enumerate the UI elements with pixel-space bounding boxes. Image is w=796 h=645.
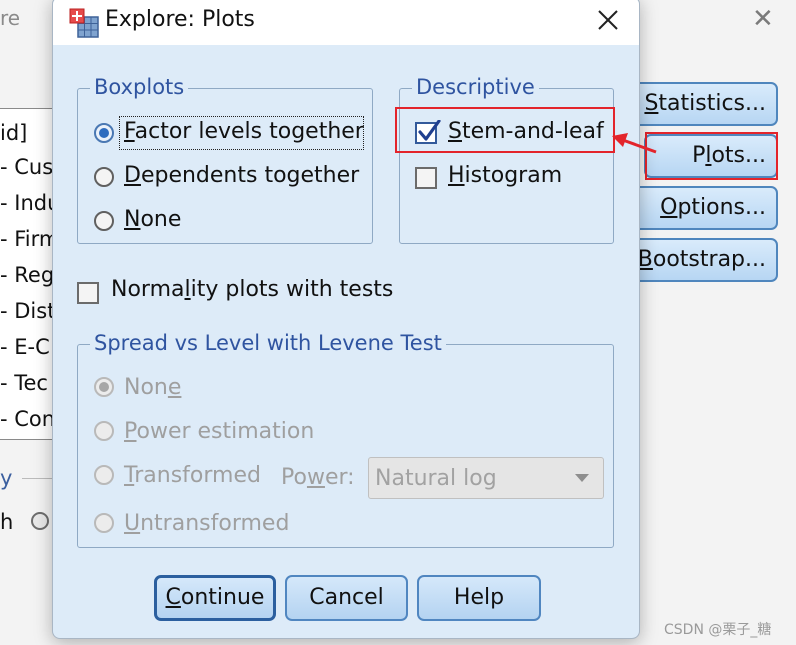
dependents-together-label[interactable]: Dependents together (124, 163, 359, 188)
list-item[interactable]: - Tec (0, 371, 48, 395)
dialog-titlebar[interactable]: Explore: Plots (53, 0, 639, 45)
normality-plots-checkbox[interactable] (77, 282, 99, 304)
watermark: CSDN @栗子_糖 (664, 622, 772, 638)
dialog-title: Explore: Plots (105, 7, 255, 32)
list-item[interactable]: - Firm (0, 227, 55, 251)
options-button[interactable]: Options... (628, 186, 778, 230)
cancel-button[interactable]: Cancel (285, 575, 408, 621)
descriptive-legend: Descriptive (412, 75, 539, 99)
boxplots-none-label[interactable]: None (124, 207, 181, 232)
list-item[interactable]: - Cus (0, 155, 53, 179)
histogram-checkbox[interactable] (415, 167, 437, 189)
transformed-radio[interactable] (94, 465, 114, 485)
continue-button[interactable]: Continue (154, 575, 276, 621)
list-item[interactable]: - Reg (0, 263, 54, 287)
untransformed-radio[interactable] (94, 513, 114, 533)
factor-levels-together-radio[interactable] (94, 123, 114, 143)
power-estimation-radio[interactable] (94, 421, 114, 441)
plots-annotation-box (645, 132, 778, 180)
power-select[interactable]: Natural log (368, 457, 604, 499)
help-button[interactable]: Help (417, 575, 541, 621)
statistics-button-label: Statistics... (644, 91, 766, 116)
bootstrap-button-label: Bootstrap... (637, 247, 766, 272)
spread-none-radio[interactable] (94, 377, 114, 397)
list-item[interactable]: id] (0, 121, 27, 145)
list-item[interactable]: - Con (0, 407, 55, 431)
list-item[interactable]: - E-C (0, 335, 50, 359)
dependents-together-radio[interactable] (94, 167, 114, 187)
boxplots-legend: Boxplots (90, 75, 189, 99)
histogram-label[interactable]: Histogram (448, 163, 562, 188)
factor-levels-together-label[interactable]: Factor levels together (124, 119, 364, 144)
background-radio[interactable] (31, 512, 49, 530)
spss-app-icon (69, 8, 99, 38)
untransformed-label[interactable]: Untransformed (124, 511, 289, 536)
stem-and-leaf-annotation-box (395, 107, 615, 153)
transformed-label[interactable]: Transformed (124, 463, 261, 488)
background-radio-label: h (0, 510, 14, 534)
variable-list[interactable]: id] - Cus - Indu - Firm - Reg - Dist - E… (0, 108, 56, 440)
spread-vs-level-legend: Spread vs Level with Levene Test (90, 331, 446, 355)
list-item[interactable]: - Indu (0, 191, 55, 215)
normality-plots-label[interactable]: Normality plots with tests (111, 277, 393, 302)
list-item[interactable]: - Dist (0, 299, 55, 323)
chevron-down-icon (575, 474, 589, 482)
spread-none-label[interactable]: None (124, 375, 181, 400)
background-group-label: y (0, 466, 13, 490)
background-close-icon[interactable]: ✕ (752, 4, 774, 34)
statistics-button[interactable]: Statistics... (628, 82, 778, 126)
bootstrap-button[interactable]: Bootstrap... (628, 238, 778, 282)
background-window-title: re (0, 6, 21, 30)
close-icon[interactable] (593, 5, 623, 35)
explore-plots-dialog: Explore: Plots Boxplots Factor levels to… (52, 0, 640, 639)
power-select-value: Natural log (375, 466, 497, 491)
options-button-label: Options... (660, 195, 766, 220)
power-estimation-label[interactable]: Power estimation (124, 419, 314, 444)
boxplots-none-radio[interactable] (94, 211, 114, 231)
power-label: Power: (281, 465, 355, 490)
